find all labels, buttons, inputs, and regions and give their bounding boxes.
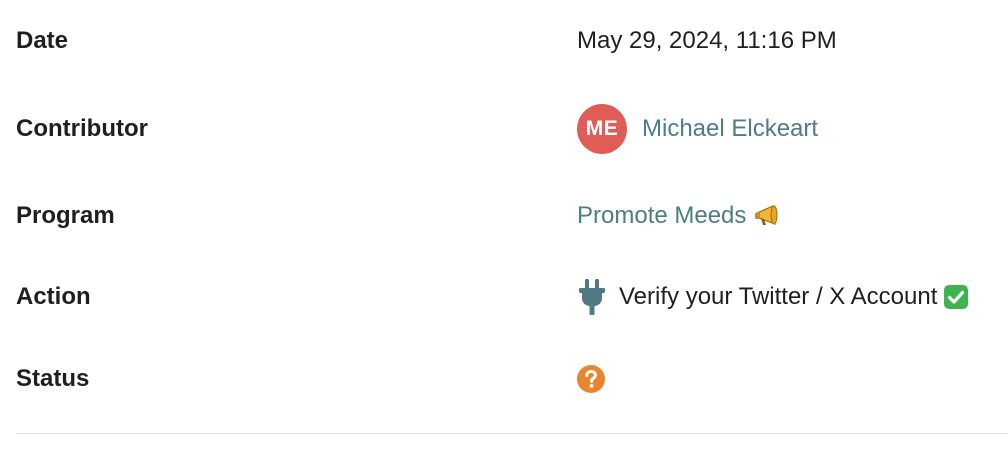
action-value: Verify your Twitter / X Account — [577, 278, 969, 316]
details-panel: Date May 29, 2024, 11:16 PM Contributor … — [16, 0, 1008, 458]
action-row: Action Verify your Twitter / X Account — [16, 276, 1008, 318]
date-row: Date May 29, 2024, 11:16 PM — [16, 22, 1008, 60]
divider — [16, 433, 1008, 434]
megaphone-icon — [754, 204, 782, 228]
check-mark-icon — [943, 284, 969, 310]
action-name: Verify your Twitter / X Account — [619, 283, 938, 310]
date-value: May 29, 2024, 11:16 PM — [577, 27, 837, 54]
program-value: Promote Meeds — [577, 202, 782, 230]
plug-icon — [577, 278, 607, 316]
status-value — [577, 365, 605, 393]
contributor-label: Contributor — [16, 115, 148, 142]
status-label: Status — [16, 365, 90, 392]
contributor-row: Contributor ME Michael Elckeart — [16, 103, 1008, 155]
program-row: Program Promote Meeds — [16, 196, 1008, 236]
program-name-link[interactable]: Promote Meeds — [577, 202, 746, 230]
status-row: Status — [16, 360, 1008, 398]
program-label: Program — [16, 202, 115, 229]
date-label: Date — [16, 27, 69, 54]
contributor-value: ME Michael Elckeart — [577, 104, 818, 154]
contributor-name-link[interactable]: Michael Elckeart — [642, 115, 818, 143]
avatar[interactable]: ME — [577, 104, 627, 154]
action-label: Action — [16, 283, 91, 310]
question-circle-icon[interactable] — [577, 365, 605, 393]
